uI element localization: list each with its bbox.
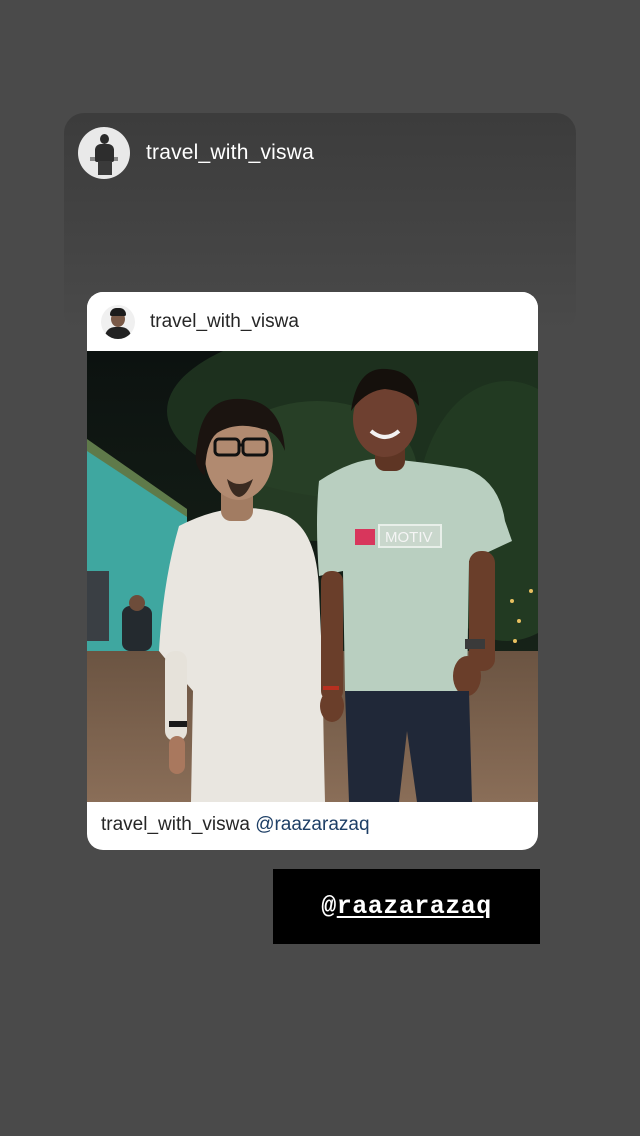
post-avatar[interactable] (101, 304, 135, 339)
story-avatar[interactable] (78, 127, 130, 179)
shared-post-card[interactable]: travel_with_viswa MOTIV travel_with_visw… (87, 292, 538, 850)
story-header[interactable]: travel_with_viswa (78, 127, 314, 179)
photo-illustration: MOTIV (87, 351, 538, 802)
caption-username[interactable]: travel_with_viswa (101, 814, 250, 835)
mention-sticker[interactable]: @raazarazaq (273, 869, 540, 944)
post-photo[interactable]: MOTIV (87, 351, 538, 802)
mention-handle: raazarazaq (336, 892, 492, 921)
post-username[interactable]: travel_with_viswa (150, 311, 299, 333)
post-caption: travel_with_viswa @raazarazaq (101, 814, 370, 836)
mention-at: @ (321, 892, 337, 921)
story-screen: travel_with_viswa travel_with_viswa MOTI… (0, 0, 640, 1136)
story-username[interactable]: travel_with_viswa (146, 141, 314, 165)
caption-mention[interactable]: @raazarazaq (255, 814, 369, 835)
photo-shirt-text: MOTIV (385, 529, 433, 546)
mention-sticker-text: @raazarazaq (321, 892, 492, 921)
post-header: travel_with_viswa (87, 292, 538, 351)
